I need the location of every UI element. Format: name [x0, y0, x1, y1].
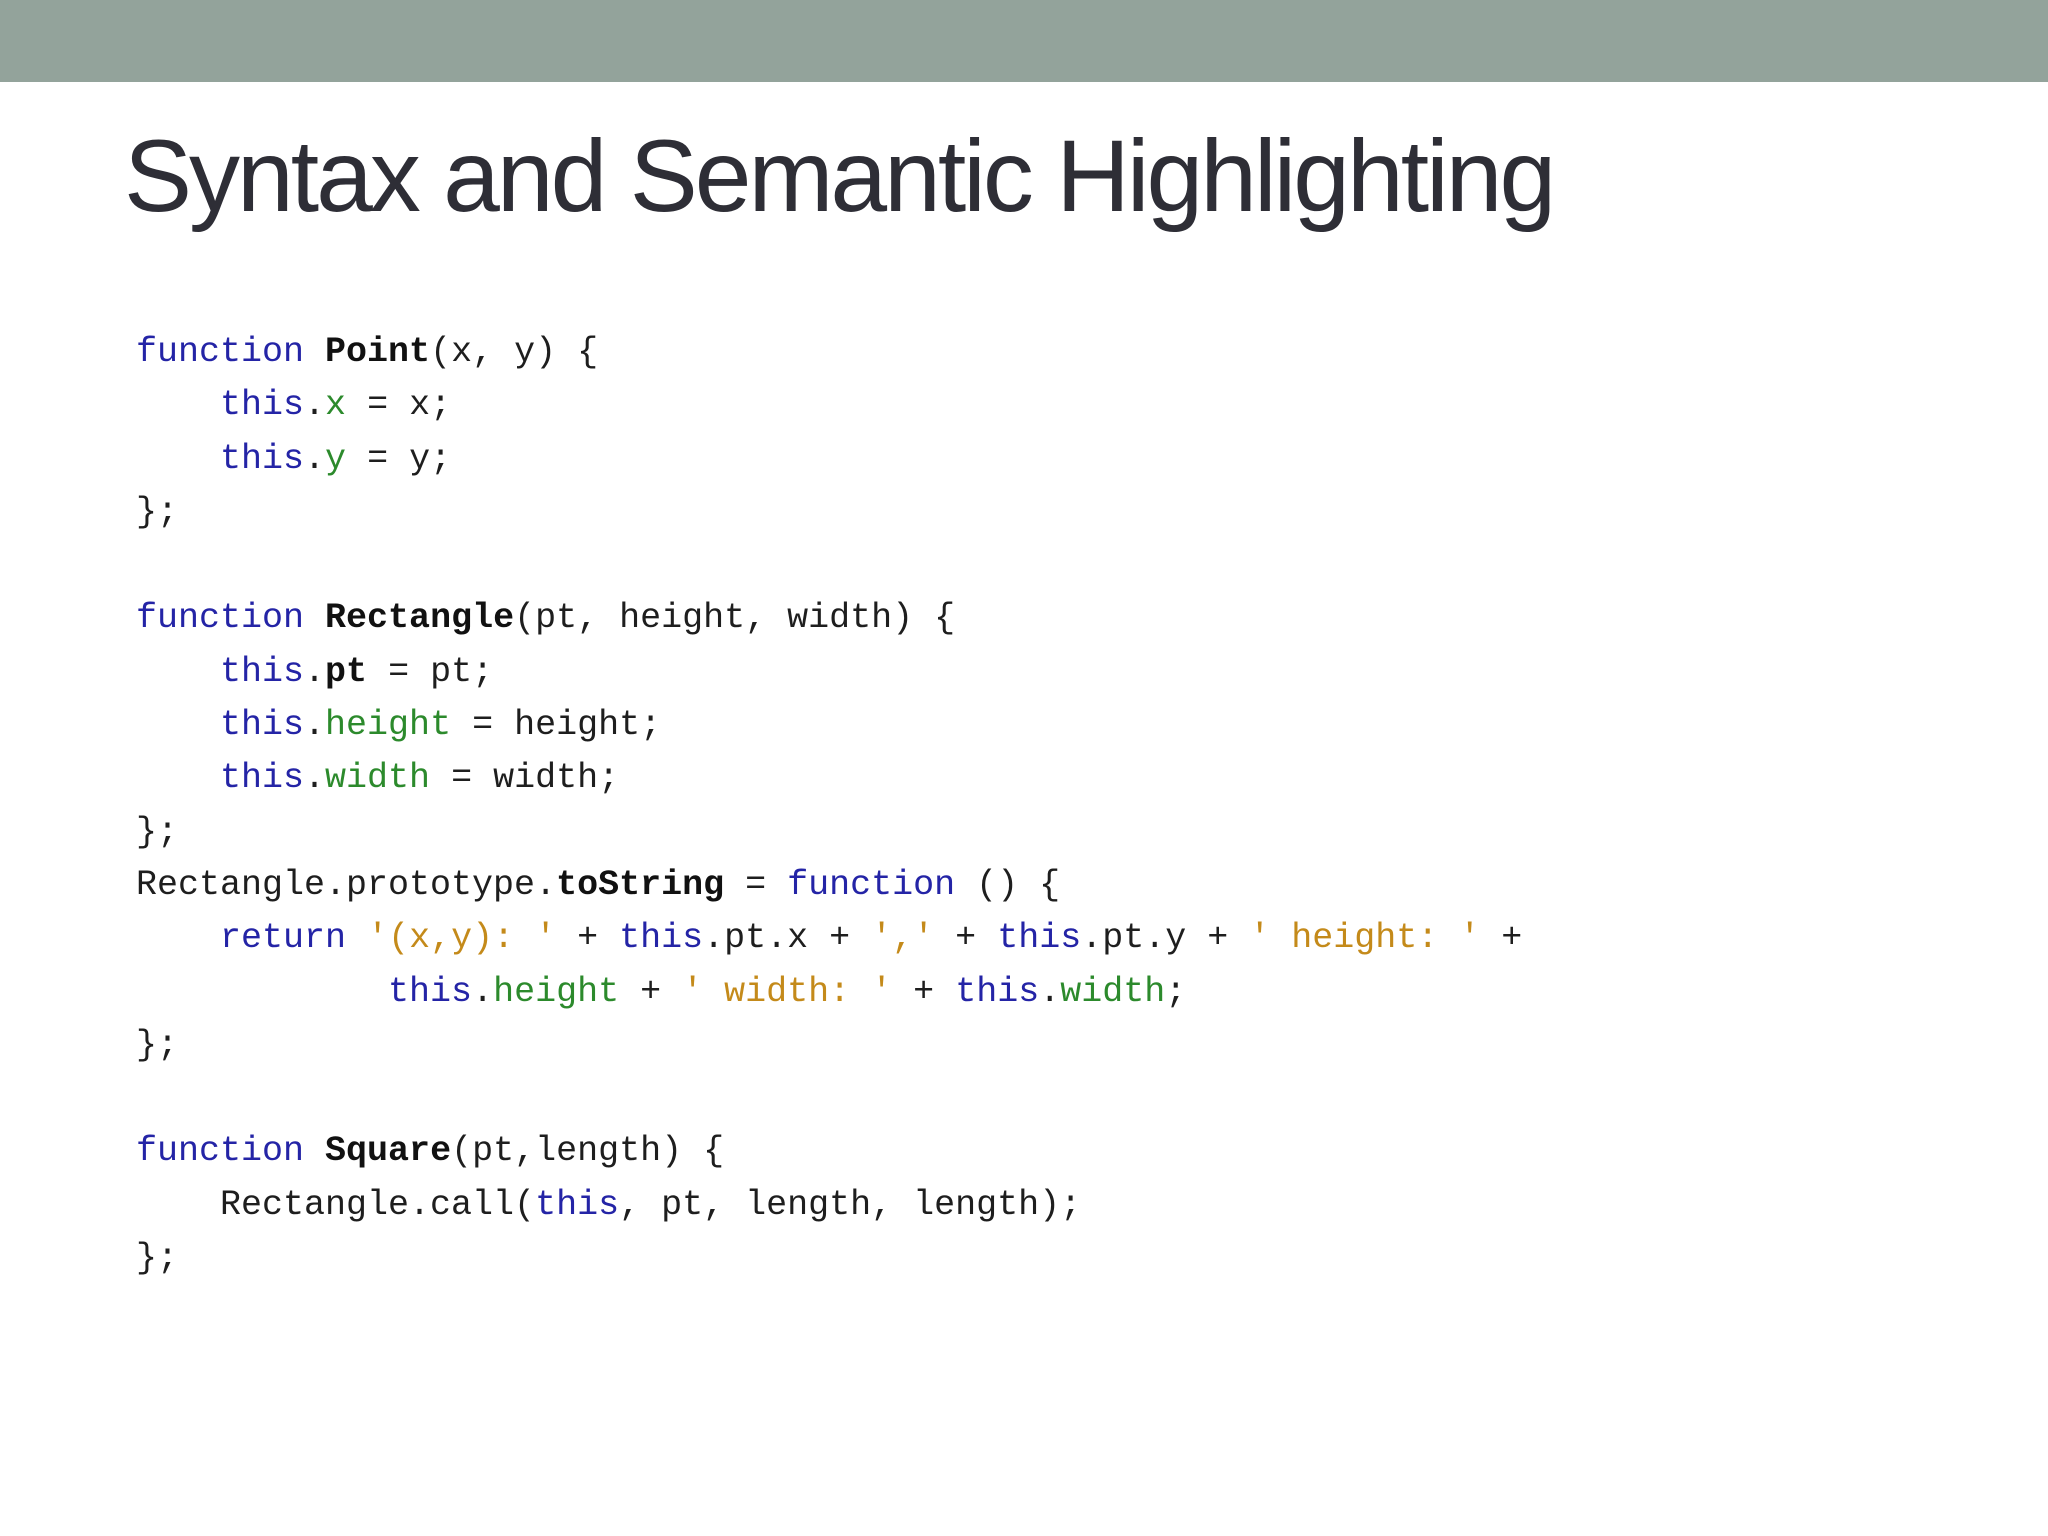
code-line: function Point(x, y) { [136, 326, 1522, 379]
code-line: Rectangle.prototype.toString = function … [136, 859, 1522, 912]
code-line: this.y = y; [136, 433, 1522, 486]
code-token-plain: = x; [346, 385, 452, 426]
code-token-prop: x [325, 385, 347, 426]
code-token-kw: this [220, 758, 305, 799]
code-token-plain: + [619, 971, 683, 1012]
code-token-bold: toString [556, 864, 725, 905]
code-token-plain: }; [136, 1024, 179, 1065]
code-token-str: ' height: ' [1249, 918, 1481, 959]
code-token-kw: this [619, 918, 704, 959]
code-token-kw: this [535, 1184, 620, 1225]
code-token-kw: this [220, 651, 305, 692]
code-token-plain: = [724, 864, 788, 905]
code-token-plain: Rectangle.call( [136, 1184, 536, 1225]
code-line: this.x = x; [136, 379, 1522, 432]
code-token-plain: . [304, 385, 326, 426]
code-token-kw: return [220, 918, 347, 959]
code-token-bold: pt [325, 651, 368, 692]
code-token-plain: + [892, 971, 956, 1012]
code-token-kw: this [220, 438, 305, 479]
code-line: function Square(pt,length) { [136, 1125, 1522, 1178]
code-token-plain: . [1039, 971, 1061, 1012]
code-token-plain: Rectangle.prototype. [136, 864, 557, 905]
code-token-kw: this [997, 918, 1082, 959]
header-bar [0, 0, 2048, 82]
code-token-plain: + [934, 918, 998, 959]
code-token-bold: Point [325, 332, 431, 372]
code-token-kw: function [136, 1131, 305, 1172]
code-token-bold: Rectangle [325, 598, 515, 639]
code-token-prop: width [325, 758, 431, 799]
code-line: this.pt = pt; [136, 646, 1522, 699]
code-token-prop: width [1060, 971, 1166, 1012]
code-line: this.width = width; [136, 752, 1522, 805]
code-token-kw: function [136, 598, 305, 639]
code-token-plain: .pt.x + [703, 918, 872, 959]
slide: Syntax and Semantic Highlighting functio… [0, 0, 2048, 1536]
code-token-str: ',' [871, 918, 935, 959]
code-token-str: '(x,y): ' [367, 918, 557, 959]
code-token-plain: }; [136, 1238, 179, 1279]
code-token-kw: function [787, 864, 956, 905]
code-token-kw: this [220, 385, 305, 426]
code-token-plain: + [1480, 918, 1523, 959]
code-token-bold: Square [325, 1131, 452, 1172]
code-token-plain: = height; [451, 705, 662, 746]
code-token-plain: . [304, 758, 326, 799]
code-token-prop: height [325, 705, 452, 746]
code-token-plain: . [472, 971, 494, 1012]
code-token-kw: this [388, 971, 473, 1012]
code-line: function Rectangle(pt, height, width) { [136, 592, 1522, 645]
code-line: }; [136, 486, 1522, 539]
code-token-kw: this [955, 971, 1040, 1012]
code-token-plain: . [304, 651, 326, 692]
code-token-plain: . [304, 705, 326, 746]
code-token-plain: .pt.y + [1081, 918, 1250, 959]
code-token-plain: }; [136, 491, 179, 532]
code-line: this.height = height; [136, 699, 1522, 752]
code-token-prop: height [493, 971, 620, 1012]
code-token-plain: + [556, 918, 620, 959]
code-line: }; [136, 806, 1522, 859]
code-token-plain: (pt,length) { [451, 1131, 725, 1172]
code-token-prop: y [325, 438, 347, 479]
code-token-plain: . [304, 438, 326, 479]
code-token-plain: = pt; [367, 651, 494, 692]
code-line: this.height + ' width: ' + this.width; [136, 966, 1522, 1019]
code-line: return '(x,y): ' + this.pt.x + ',' + thi… [136, 912, 1522, 965]
code-token-plain: () { [955, 864, 1061, 905]
code-line: Rectangle.call(this, pt, length, length)… [136, 1179, 1522, 1232]
slide-title: Syntax and Semantic Highlighting [124, 119, 1556, 233]
code-token-plain: = y; [346, 438, 452, 479]
code-token-plain: (x, y) { [430, 332, 599, 372]
code-token-plain: = width; [430, 758, 620, 799]
code-token-plain: }; [136, 811, 179, 852]
code-line: }; [136, 1232, 1522, 1285]
code-token-kw: function [136, 332, 305, 372]
code-line: }; [136, 1019, 1522, 1072]
code-block: function Point(x, y) { this.x = x; this.… [136, 326, 1522, 1285]
code-token-kw: this [220, 705, 305, 746]
code-token-plain: ; [1165, 971, 1187, 1012]
code-token-plain: , pt, length, length); [619, 1184, 1082, 1225]
code-token-plain: (pt, height, width) { [514, 598, 956, 639]
code-token-str: ' width: ' [682, 971, 893, 1012]
